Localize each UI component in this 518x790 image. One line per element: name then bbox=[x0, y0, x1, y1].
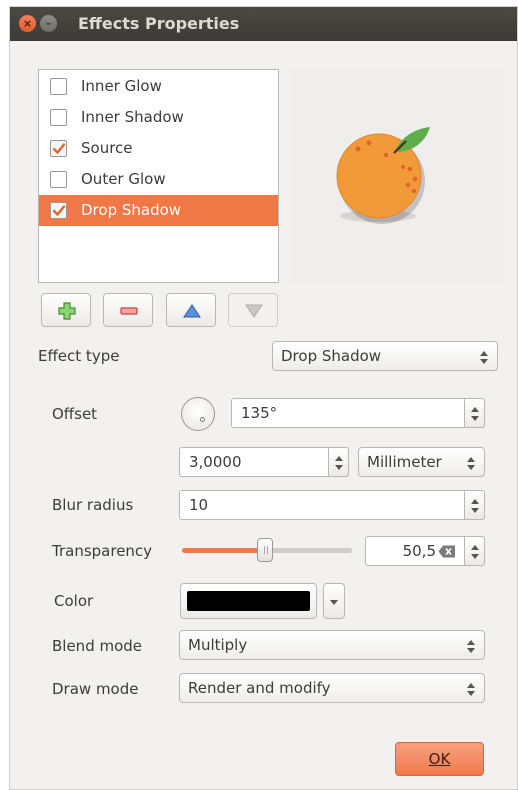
effect-row-drop-shadow[interactable]: Drop Shadow bbox=[39, 195, 278, 226]
checkmark-icon bbox=[52, 205, 66, 216]
window-title: Effects Properties bbox=[78, 14, 240, 33]
blur-radius-label: Blur radius bbox=[52, 496, 134, 514]
offset-angle-spin[interactable] bbox=[464, 398, 485, 428]
offset-unit-value: Millimeter bbox=[367, 453, 442, 471]
blend-mode-select[interactable]: Multiply bbox=[179, 630, 485, 660]
remove-effect-button[interactable] bbox=[103, 293, 153, 327]
transparency-label: Transparency bbox=[52, 542, 153, 560]
effect-row-source[interactable]: Source bbox=[39, 133, 278, 164]
blend-mode-value: Multiply bbox=[188, 636, 248, 654]
effect-label: Drop Shadow bbox=[81, 201, 182, 219]
draw-mode-value: Render and modify bbox=[188, 679, 331, 697]
transparency-slider-handle[interactable] bbox=[257, 538, 273, 562]
orange-fruit-preview-icon bbox=[336, 127, 430, 224]
arrow-up-icon bbox=[183, 304, 201, 318]
arrow-down-icon bbox=[245, 304, 263, 318]
minimize-window-button[interactable]: – bbox=[40, 15, 57, 32]
offset-distance-value: 3,0000 bbox=[189, 453, 242, 471]
draw-mode-select[interactable]: Render and modify bbox=[179, 673, 485, 703]
effects-properties-dialog: × – Effects Properties Inner Glow Inner … bbox=[9, 6, 518, 790]
transparency-slider-fill bbox=[182, 548, 268, 553]
ok-button-label: OK bbox=[428, 750, 451, 768]
combo-arrows-icon bbox=[467, 638, 475, 654]
color-label: Color bbox=[54, 592, 94, 610]
blur-radius-field[interactable]: 10 bbox=[179, 490, 485, 520]
effect-type-value: Drop Shadow bbox=[281, 347, 382, 365]
ok-button[interactable]: OK bbox=[395, 742, 484, 776]
offset-label: Offset bbox=[52, 405, 98, 423]
transparency-value: 50,5 bbox=[402, 542, 436, 560]
blend-mode-label: Blend mode bbox=[52, 637, 143, 655]
combo-arrows-icon bbox=[467, 455, 475, 471]
effect-label: Inner Glow bbox=[81, 77, 162, 95]
offset-distance-spin[interactable] bbox=[328, 447, 349, 477]
effect-checkbox[interactable] bbox=[50, 109, 67, 126]
offset-distance-field[interactable]: 3,0000 bbox=[179, 447, 349, 477]
minus-icon bbox=[120, 307, 138, 315]
offset-unit-select[interactable]: Millimeter bbox=[358, 447, 485, 477]
move-down-button[interactable] bbox=[228, 293, 278, 327]
plus-icon bbox=[58, 302, 76, 320]
effect-label: Source bbox=[81, 139, 133, 157]
color-button[interactable] bbox=[180, 583, 317, 619]
effect-checkbox[interactable] bbox=[50, 171, 67, 188]
add-effect-button[interactable] bbox=[41, 293, 91, 327]
effect-row-inner-glow[interactable]: Inner Glow bbox=[39, 71, 278, 102]
effect-label: Inner Shadow bbox=[81, 108, 184, 126]
close-window-button[interactable]: × bbox=[19, 15, 36, 32]
effect-type-label: Effect type bbox=[38, 347, 120, 365]
effect-checkbox[interactable] bbox=[50, 78, 67, 95]
effect-preview bbox=[290, 69, 504, 283]
title-bar: × – Effects Properties bbox=[10, 7, 517, 41]
transparency-spin[interactable] bbox=[464, 536, 485, 566]
offset-angle-value: 135° bbox=[241, 404, 278, 422]
color-menu-button[interactable] bbox=[323, 583, 345, 619]
transparency-field[interactable]: 50,5 bbox=[365, 536, 485, 566]
effect-row-inner-shadow[interactable]: Inner Shadow bbox=[39, 102, 278, 133]
offset-angle-field[interactable]: 135° bbox=[231, 398, 485, 428]
effect-row-outer-glow[interactable]: Outer Glow bbox=[39, 164, 278, 195]
clear-text-icon[interactable] bbox=[438, 545, 456, 558]
offset-angle-dial[interactable] bbox=[181, 397, 215, 431]
color-swatch bbox=[187, 591, 310, 611]
dial-knob bbox=[200, 417, 205, 422]
checkmark-icon bbox=[52, 143, 66, 154]
combo-arrows-icon bbox=[467, 681, 475, 697]
effect-checkbox[interactable] bbox=[50, 202, 67, 219]
combo-arrows-icon bbox=[480, 349, 488, 365]
blur-radius-value: 10 bbox=[189, 496, 209, 514]
effects-list: Inner Glow Inner Shadow Source Outer Glo… bbox=[38, 69, 279, 283]
draw-mode-label: Draw mode bbox=[52, 680, 139, 698]
effect-checkbox[interactable] bbox=[50, 140, 67, 157]
effect-type-select[interactable]: Drop Shadow bbox=[272, 341, 498, 371]
move-up-button[interactable] bbox=[166, 293, 216, 327]
effect-label: Outer Glow bbox=[81, 170, 166, 188]
blur-radius-spin[interactable] bbox=[464, 490, 485, 520]
